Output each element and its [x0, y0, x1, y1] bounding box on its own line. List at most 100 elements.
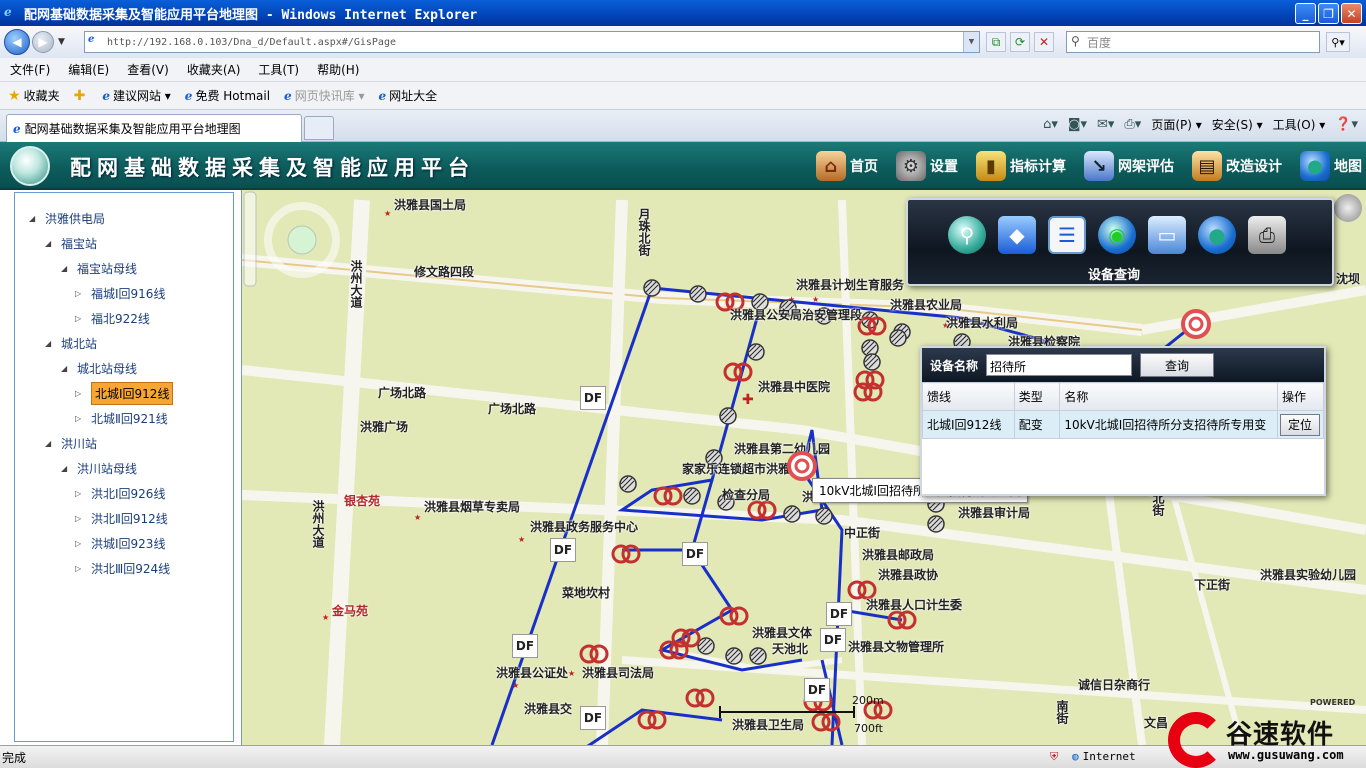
expand-arrow-icon[interactable]: ◢: [45, 239, 55, 248]
nav-settings[interactable]: ⚙ 设置: [896, 151, 958, 181]
collapse-arrow-icon[interactable]: ▷: [75, 289, 85, 298]
menu-help[interactable]: 帮助(H): [317, 61, 359, 78]
switch-icon[interactable]: [643, 279, 661, 297]
minimize-button[interactable]: _: [1295, 3, 1316, 24]
transformer-icon[interactable]: [653, 485, 683, 507]
cube-icon[interactable]: ◆: [998, 216, 1036, 254]
expand-arrow-icon[interactable]: ◢: [61, 464, 71, 473]
new-tab-button[interactable]: [304, 116, 334, 140]
device-name-input[interactable]: 招待所: [986, 354, 1133, 376]
search-input[interactable]: ⚲ 百度: [1066, 31, 1320, 53]
tree-node-bus[interactable]: ◢ 洪川站母线: [61, 457, 137, 479]
globe-icon[interactable]: ●: [1198, 216, 1236, 254]
close-button[interactable]: ✕: [1341, 3, 1362, 24]
menu-tools[interactable]: 工具(T): [258, 61, 299, 78]
expand-arrow-icon[interactable]: ◢: [61, 364, 71, 373]
nav-home[interactable]: ⌂ 首页: [816, 151, 878, 181]
tree-node-feeder[interactable]: ▷ 洪城Ⅰ回923线: [75, 532, 165, 554]
tree-node-feeder[interactable]: ▷ 福北922线: [75, 307, 150, 329]
table-row[interactable]: 北城Ⅰ回912线 配变 10kV北城Ⅰ回招待所分支招待所专用变 定位: [922, 410, 1324, 439]
security-zone[interactable]: ⛨ ◍ Internet: [1050, 750, 1136, 764]
switch-icon[interactable]: [619, 475, 637, 493]
switch-icon[interactable]: [719, 407, 737, 425]
df-box[interactable]: DF: [580, 386, 606, 410]
globe-search-icon[interactable]: ◉: [1098, 216, 1136, 254]
tree-node-bus[interactable]: ◢ 福宝站母线: [61, 257, 137, 279]
collapse-arrow-icon[interactable]: ▷: [75, 314, 85, 323]
tree-node-feeder[interactable]: ▷ 北城Ⅱ回921线: [75, 407, 168, 429]
transformer-icon[interactable]: [685, 687, 715, 709]
nav-map[interactable]: ● 地图: [1300, 151, 1362, 181]
expand-arrow-icon[interactable]: ◢: [29, 214, 39, 223]
nav-redesign[interactable]: ▤ 改造设计: [1192, 151, 1282, 181]
cmd-tools[interactable]: 工具(O) ▾: [1273, 116, 1326, 133]
df-box[interactable]: DF: [682, 542, 708, 566]
df-box[interactable]: DF: [550, 538, 576, 562]
tree-node-feeder-selected[interactable]: ▷ 北城Ⅰ回912线: [75, 381, 174, 405]
corner-gear-icon[interactable]: [1334, 194, 1362, 222]
expand-arrow-icon[interactable]: ◢: [61, 264, 71, 273]
feeds-icon[interactable]: ◙▾: [1068, 117, 1087, 132]
back-button[interactable]: ◀: [4, 29, 30, 55]
cmd-safety[interactable]: 安全(S) ▾: [1212, 116, 1263, 133]
gis-map[interactable]: ★★★ ★★★ ★★★ ★ ✚ 洪雅县国土局 修文路四段 月珠北街 洪州大道 洪…: [242, 190, 1366, 745]
fav-item-sites[interactable]: e 网址大全: [379, 87, 438, 104]
collapse-arrow-icon[interactable]: ▷: [75, 514, 85, 523]
df-box[interactable]: DF: [804, 678, 830, 702]
print-icon[interactable]: ⎙▾: [1124, 117, 1141, 132]
switch-icon[interactable]: [747, 343, 765, 361]
transformer-icon[interactable]: [659, 639, 689, 661]
query-button[interactable]: 查询: [1140, 353, 1215, 377]
collapse-arrow-icon[interactable]: ▷: [75, 539, 85, 548]
nav-grid-eval[interactable]: ↘ 网架评估: [1084, 151, 1174, 181]
switch-icon[interactable]: [815, 507, 833, 525]
stop-button[interactable]: ✕: [1034, 32, 1054, 52]
transformer-icon[interactable]: [853, 381, 883, 403]
tree-node-feeder[interactable]: ▷ 洪北Ⅰ回926线: [75, 482, 165, 504]
switch-icon[interactable]: [783, 505, 801, 523]
tree-node-feeder[interactable]: ▷ 洪北Ⅱ回912线: [75, 507, 168, 529]
expand-arrow-icon[interactable]: ◢: [45, 339, 55, 348]
mail-icon[interactable]: ✉▾: [1097, 117, 1114, 132]
df-box[interactable]: DF: [580, 706, 606, 730]
transformer-icon[interactable]: [611, 543, 641, 565]
magnifier-icon[interactable]: ⚲: [948, 216, 986, 254]
switch-icon[interactable]: [683, 487, 701, 505]
transformer-icon[interactable]: [719, 605, 749, 627]
menu-favorites[interactable]: 收藏夹(A): [187, 61, 241, 78]
tree-node-feeder[interactable]: ▷ 洪北Ⅲ回924线: [75, 557, 170, 579]
compatibility-icon[interactable]: ⧉: [986, 32, 1006, 52]
switch-icon[interactable]: [927, 515, 945, 533]
tree-node-station[interactable]: ◢ 福宝站: [45, 232, 97, 254]
maximize-button[interactable]: ❐: [1318, 3, 1339, 24]
locate-button[interactable]: 定位: [1280, 413, 1321, 436]
collapse-arrow-icon[interactable]: ▷: [75, 414, 85, 423]
tree-node-bureau[interactable]: ◢ 洪雅供电局: [29, 207, 105, 229]
transformer-icon[interactable]: [723, 361, 753, 383]
help-icon[interactable]: ❓▾: [1335, 117, 1358, 132]
collapse-arrow-icon[interactable]: ▷: [75, 564, 85, 573]
switch-icon[interactable]: [725, 647, 743, 665]
df-box[interactable]: DF: [820, 628, 846, 652]
fav-item-hotmail[interactable]: e 免费 Hotmail: [185, 87, 270, 104]
transformer-icon[interactable]: [637, 709, 667, 731]
df-box[interactable]: DF: [512, 634, 538, 658]
history-dropdown-icon[interactable]: ▼: [58, 37, 65, 47]
cmd-page[interactable]: 页面(P) ▾: [1151, 116, 1201, 133]
df-box[interactable]: DF: [826, 602, 852, 626]
switch-icon[interactable]: [889, 329, 907, 347]
favorites-button[interactable]: ★ 收藏夹: [8, 87, 60, 104]
refresh-button[interactable]: ⟳: [1010, 32, 1030, 52]
expand-arrow-icon[interactable]: ◢: [45, 439, 55, 448]
list-icon[interactable]: ☰: [1048, 216, 1086, 254]
switch-icon[interactable]: [689, 285, 707, 303]
url-input[interactable]: e http://192.168.0.103/Dna_d/Default.asp…: [84, 31, 980, 53]
menu-edit[interactable]: 编辑(E): [68, 61, 109, 78]
tree-node-bus[interactable]: ◢ 城北站母线: [61, 357, 137, 379]
map-nav-wheel[interactable]: [242, 190, 352, 300]
tree-node-station[interactable]: ◢ 城北站: [45, 332, 97, 354]
search-go-button[interactable]: ⚲▾: [1326, 32, 1350, 52]
menu-file[interactable]: 文件(F): [10, 61, 50, 78]
fav-item-suggested[interactable]: e 建议网站 ▾: [102, 87, 170, 104]
switch-icon[interactable]: [749, 647, 767, 665]
